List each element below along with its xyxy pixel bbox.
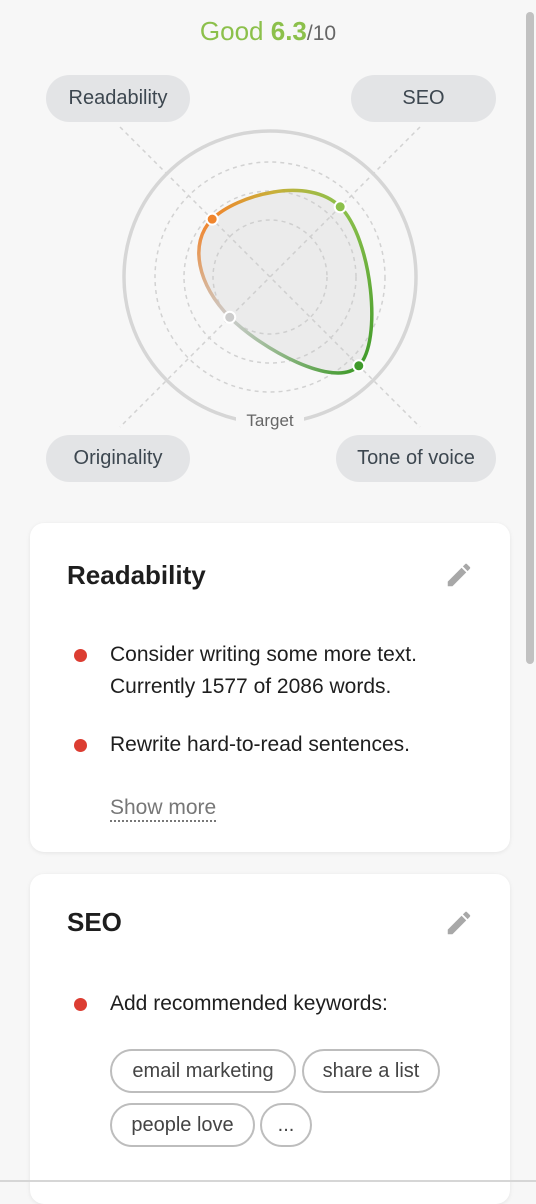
axis-pill-seo[interactable]: SEO xyxy=(351,75,496,122)
card-title: SEO xyxy=(67,907,122,937)
suggestion-item: Rewrite hard-to-read sentences. xyxy=(74,729,490,761)
score-point-readability xyxy=(205,212,219,226)
score-point-seo xyxy=(333,200,347,214)
keyword-chip[interactable]: share a list xyxy=(302,1049,440,1093)
axis-pill-originality[interactable]: Originality xyxy=(46,435,190,482)
error-dot-icon xyxy=(74,739,87,752)
scrollbar[interactable] xyxy=(526,12,534,664)
axis-pill-readability[interactable]: Readability xyxy=(46,75,190,122)
pencil-icon[interactable] xyxy=(444,908,474,938)
error-dot-icon xyxy=(74,649,87,662)
suggestion-item: Add recommended keywords: xyxy=(74,988,490,1020)
axis-pill-tone-of-voice[interactable]: Tone of voice xyxy=(336,435,496,482)
target-label: Target xyxy=(246,411,294,430)
show-more-link[interactable]: Show more xyxy=(110,796,217,822)
readability-card: Readability Consider writing some more t… xyxy=(30,523,510,852)
keyword-chip[interactable]: email marketing xyxy=(110,1049,296,1093)
keyword-chip[interactable]: people love xyxy=(110,1103,255,1147)
card-title: Readability xyxy=(67,560,206,590)
error-dot-icon xyxy=(74,998,87,1011)
seo-card: SEO Add recommended keywords: email mark… xyxy=(30,874,510,1204)
more-keywords-chip[interactable]: ... xyxy=(260,1103,312,1147)
divider xyxy=(0,1180,536,1182)
score-area xyxy=(198,190,372,373)
score-point-tone-of-voice xyxy=(352,359,366,373)
pencil-icon[interactable] xyxy=(444,560,474,590)
score-point-originality xyxy=(223,310,237,324)
suggestion-item: Consider writing some more text. Current… xyxy=(74,639,490,703)
